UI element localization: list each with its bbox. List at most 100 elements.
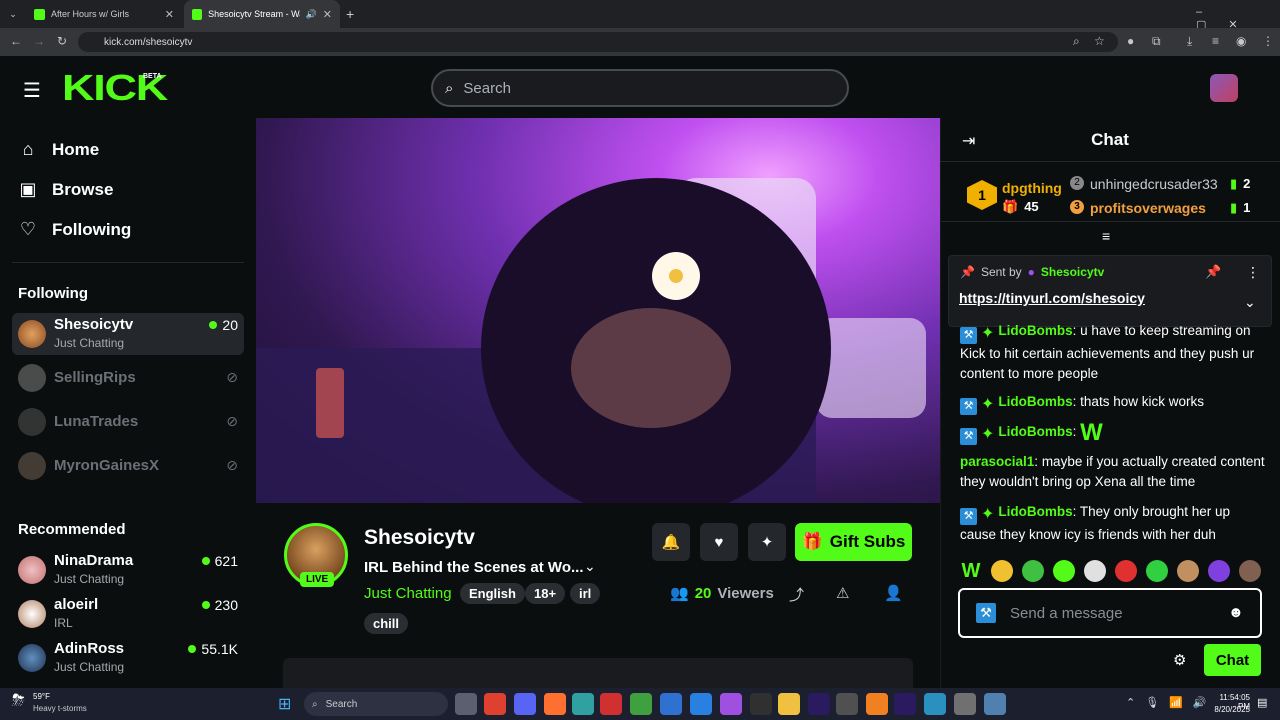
tab-list-button[interactable]: ⌄ [0, 0, 26, 28]
sidebar-channel-ninadrama[interactable]: NinaDrama Just Chatting 621 [12, 549, 244, 591]
emote-icon[interactable] [1053, 560, 1075, 582]
tag-chill[interactable]: chill [364, 613, 409, 634]
search-input[interactable]: ⌕ Search [431, 69, 849, 107]
emote-icon[interactable] [1146, 560, 1168, 582]
tab-after-hours[interactable]: After Hours w/ Girls ✕ [26, 0, 182, 28]
extensions-icon[interactable]: ⧉ [1152, 34, 1161, 49]
tag-18plus[interactable]: 18+ [525, 583, 566, 604]
gift-subs-button[interactable]: 🎁 Gift Subs [795, 523, 912, 561]
emote-icon[interactable] [1115, 560, 1137, 582]
url-field[interactable]: kick.com/shesoicytv [78, 32, 1118, 52]
sidebar-channel-myrongainesx[interactable]: MyronGainesX ⊘ [12, 445, 244, 487]
leader-3[interactable]: 3 profitsoverwages [1070, 200, 1206, 216]
expand-leaderboard-icon[interactable]: ≡ [1102, 228, 1110, 244]
chat-username[interactable]: LidoBombs [998, 394, 1072, 409]
emote-icon[interactable] [1084, 560, 1106, 582]
browser-menu-icon[interactable]: ⋮ [1262, 34, 1274, 48]
firefox-icon[interactable] [544, 693, 566, 715]
app-icon[interactable] [924, 693, 946, 715]
speaker-icon[interactable]: 🔊 [306, 9, 317, 20]
tab-shesoicytv[interactable]: Shesoicytv Stream - Watch 🔊 ✕ [184, 0, 340, 28]
app-icon[interactable] [600, 693, 622, 715]
report-warning-icon[interactable]: ⚠ [836, 584, 849, 602]
nav-browse[interactable]: ▣ Browse [18, 179, 113, 200]
send-chat-button[interactable]: Chat [1204, 644, 1261, 676]
pin-icon[interactable]: 📌 [1205, 264, 1221, 280]
chrome-icon[interactable] [484, 693, 506, 715]
vlc-icon[interactable] [866, 693, 888, 715]
notification-bell-button[interactable]: 🔔 [652, 523, 690, 561]
more-options-icon[interactable]: ⋮ [1246, 264, 1260, 281]
weather-icon[interactable]: ⛈ [12, 692, 25, 710]
sidebar-channel-aloeirl[interactable]: aloeirl IRL 230 [12, 593, 244, 635]
app-icon[interactable] [572, 693, 594, 715]
reload-icon[interactable]: ↻ [57, 34, 67, 48]
chat-message-input[interactable]: Send a message [958, 588, 1262, 638]
nav-home[interactable]: ⌂ Home [18, 139, 100, 160]
chat-username[interactable]: LidoBombs [998, 323, 1072, 338]
chat-username[interactable]: LidoBombs [998, 424, 1072, 439]
app-icon[interactable] [660, 693, 682, 715]
sidebar-channel-lunatrades[interactable]: LunaTrades ⊘ [12, 401, 244, 443]
emote-icon[interactable] [1022, 560, 1044, 582]
zoom-icon[interactable]: ⌕ [1073, 34, 1080, 49]
profile-circle-icon[interactable]: ● [1127, 34, 1134, 48]
nav-following[interactable]: ♡ Following [18, 219, 131, 240]
epic-games-icon[interactable] [750, 693, 772, 715]
download-icon[interactable]: ⤓ [1187, 34, 1192, 49]
tag-english[interactable]: English [460, 583, 525, 604]
menu-icon[interactable]: ☰ [23, 78, 41, 103]
bookmark-star-icon[interactable]: ☆ [1094, 34, 1105, 48]
share-icon[interactable]: ⤴ [789, 584, 804, 605]
calculator-icon[interactable] [954, 693, 976, 715]
account-icon[interactable]: ◉ [1236, 34, 1246, 48]
emote-icon[interactable] [1239, 560, 1261, 582]
chevron-down-icon[interactable]: ⌄ [1244, 294, 1256, 311]
chat-settings-gear-icon[interactable]: ⚙ [1173, 651, 1186, 669]
emoji-picker-icon[interactable]: ☻ [1228, 604, 1244, 621]
chat-username[interactable]: parasocial1 [960, 454, 1034, 469]
w-emote-icon[interactable]: W [960, 560, 982, 582]
pinned-link[interactable]: https://tinyurl.com/shesoicy [959, 290, 1145, 306]
chevron-down-icon[interactable]: ⌄ [584, 558, 596, 575]
stream-category[interactable]: Just Chatting [364, 585, 452, 602]
media-icon[interactable]: ≡ [1212, 34, 1219, 48]
user-options-icon[interactable]: 👤 [884, 584, 903, 602]
close-tab-icon[interactable]: ✕ [323, 8, 332, 21]
emote-icon[interactable] [1208, 560, 1230, 582]
video-player[interactable] [256, 118, 940, 503]
pinned-sender-name[interactable]: Shesoicytv [1041, 265, 1104, 279]
follow-heart-button[interactable]: ♥ [700, 523, 738, 561]
sidebar-channel-sellingrips[interactable]: SellingRips ⊘ [12, 357, 244, 399]
premiere-icon[interactable] [894, 693, 916, 715]
leader-2[interactable]: 2 unhingedcrusader33 [1070, 176, 1218, 192]
file-explorer-icon[interactable] [778, 693, 800, 715]
stream-channel-name[interactable]: Shesoicytv [364, 526, 475, 550]
sidebar-channel-adinross[interactable]: AdinRoss Just Chatting 55.1K [12, 637, 244, 679]
tag-irl[interactable]: irl [570, 583, 601, 604]
windows-start-icon[interactable]: ⊞ [278, 694, 291, 714]
emote-icon[interactable] [1177, 560, 1199, 582]
edge-icon[interactable] [690, 693, 712, 715]
collapse-chat-icon[interactable]: ⇥ [962, 131, 975, 151]
taskbar-search[interactable]: ⌕ Search [304, 692, 448, 716]
app-icon[interactable] [836, 693, 858, 715]
sparkle-button[interactable]: ✦ [748, 523, 786, 561]
forward-icon[interactable]: → [33, 34, 45, 48]
notification-icon[interactable]: ▤ [1257, 696, 1267, 709]
app-icon[interactable] [720, 693, 742, 715]
close-tab-icon[interactable]: ✕ [165, 8, 174, 21]
settings-icon[interactable] [984, 693, 1006, 715]
new-tab-button[interactable]: + [346, 6, 354, 22]
user-avatar[interactable] [1210, 74, 1238, 102]
emote-icon[interactable] [991, 560, 1013, 582]
app-icon[interactable] [630, 693, 652, 715]
discord-icon[interactable] [514, 693, 536, 715]
premiere-icon[interactable] [808, 693, 830, 715]
chat-username[interactable]: LidoBombs [998, 504, 1072, 519]
back-icon[interactable]: ← [10, 34, 22, 48]
system-tray-icons[interactable]: ⌃🎙📶🔊 [1126, 696, 1217, 709]
leader-name[interactable]: dpgthing [1002, 180, 1062, 196]
task-view-icon[interactable] [455, 693, 477, 715]
sidebar-channel-shesoicytv[interactable]: Shesoicytv Just Chatting 20 [12, 313, 244, 355]
